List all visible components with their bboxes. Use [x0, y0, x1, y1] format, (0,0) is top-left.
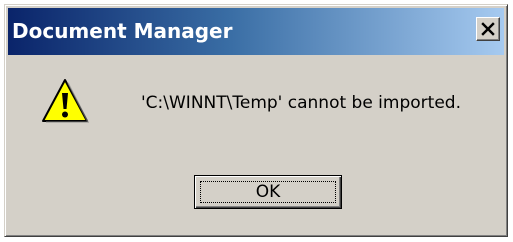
ok-button-label: OK: [200, 181, 336, 203]
title-bar[interactable]: Document Manager: [8, 8, 504, 55]
warning-icon: [42, 79, 89, 123]
close-button[interactable]: [476, 17, 500, 41]
dialog-window: Document Manager 'C:\WINNT\Temp' cannot …: [4, 4, 508, 237]
close-icon: [481, 22, 495, 36]
ok-button[interactable]: OK: [194, 175, 342, 209]
window-title: Document Manager: [12, 19, 233, 43]
error-message: 'C:\WINNT\Temp' cannot be imported.: [141, 93, 461, 113]
